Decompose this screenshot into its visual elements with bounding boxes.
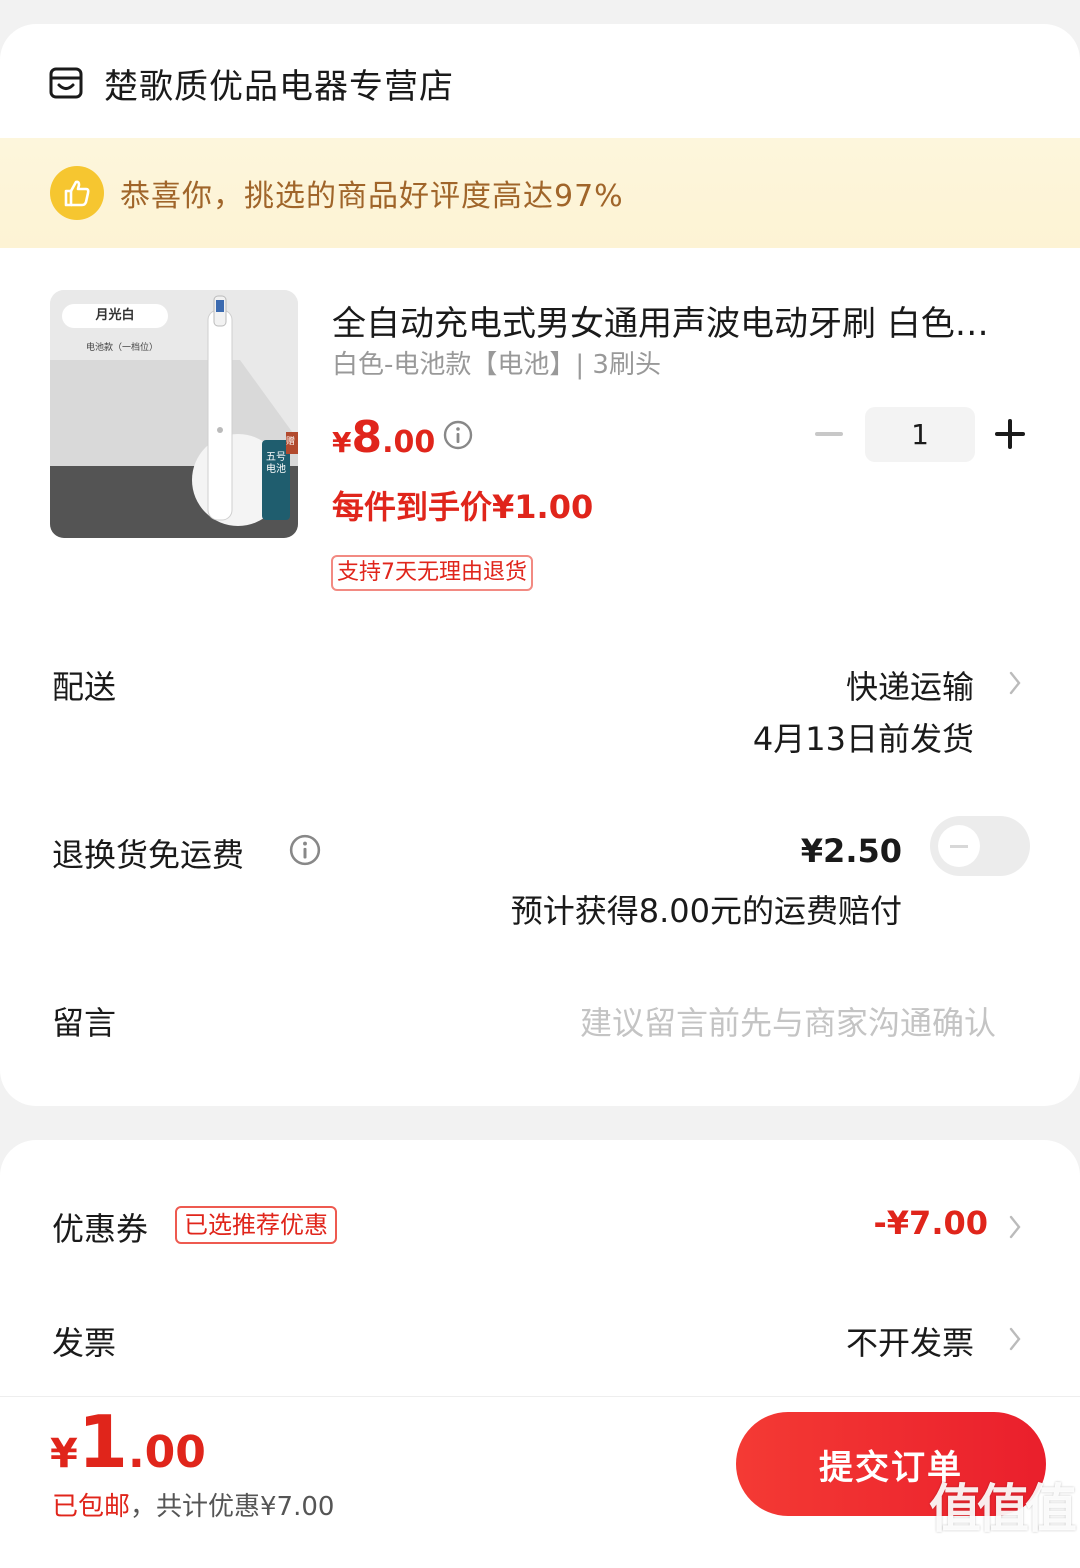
- quantity-value[interactable]: 1: [865, 407, 975, 462]
- return-insurance-info-icon[interactable]: [289, 834, 321, 866]
- delivery-method[interactable]: 快递运输: [846, 662, 974, 708]
- return-insurance-fee: ¥2.50: [800, 832, 902, 870]
- coupon-value[interactable]: -¥7.00: [874, 1204, 989, 1242]
- image-label: 月光白: [95, 308, 135, 323]
- return-insurance-note: 预计获得8.00元的运费赔付: [510, 892, 902, 930]
- total-decimal: .00: [127, 1427, 206, 1478]
- price-integer: 8: [351, 412, 383, 463]
- total-discount: ，共计优惠¥7.00: [130, 1492, 335, 1522]
- rating-banner-text: 恭喜你，挑选的商品好评度高达97%: [120, 179, 624, 214]
- product-image[interactable]: 月光白 电池款（一档位） 五号电池 赠: [50, 290, 298, 538]
- shop-header[interactable]: 楚歌质优品电器专营店: [48, 60, 454, 107]
- quantity-increase-button[interactable]: [993, 417, 1027, 451]
- quantity-decrease-button[interactable]: [812, 416, 846, 452]
- product-price: ¥ 8 .00: [332, 412, 435, 463]
- price-symbol: ¥: [332, 426, 352, 459]
- remark-label: 留言: [52, 1004, 117, 1042]
- delivery-label: 配送: [52, 668, 117, 706]
- coupon-tag: 已选推荐优惠: [175, 1206, 337, 1244]
- image-gift-badge: 赠: [286, 437, 296, 447]
- product-title[interactable]: 全自动充电式男女通用声波电动牙刷 白色…: [332, 296, 1032, 345]
- rating-banner: 恭喜你，挑选的商品好评度高达97%: [0, 138, 1080, 248]
- store-icon: [49, 67, 83, 99]
- return-insurance-label: 退换货免运费: [52, 836, 245, 874]
- return-policy-tag: 支持7天无理由退货: [331, 555, 533, 591]
- shop-name: 楚歌质优品电器专营店: [104, 66, 454, 107]
- watermark-glyphs: 值值值: [928, 1480, 1077, 1540]
- price-info-icon[interactable]: [443, 420, 473, 450]
- total-symbol: ¥: [50, 1431, 78, 1477]
- invoice-value[interactable]: 不开发票: [846, 1318, 974, 1364]
- invoice-label: 发票: [52, 1324, 117, 1362]
- unit-price: 每件到手价¥1.00: [332, 488, 594, 526]
- image-battery-text: 五号电池: [266, 452, 286, 475]
- remark-input[interactable]: 建议留言前先与商家沟通确认: [580, 998, 996, 1044]
- delivery-date: 4月13日前发货: [752, 720, 974, 758]
- coupon-label: 优惠券: [52, 1210, 149, 1248]
- toggle-knob: [938, 825, 980, 867]
- chevron-right-icon[interactable]: [1008, 670, 1022, 696]
- return-insurance-toggle[interactable]: [930, 816, 1030, 876]
- total-summary: 已包邮，共计优惠¥7.00: [52, 1486, 334, 1523]
- image-sublabel: 电池款（一档位）: [86, 343, 159, 353]
- price-decimal: .00: [382, 425, 436, 460]
- total-integer: 1: [77, 1400, 128, 1484]
- shipping-status: 已包邮: [52, 1492, 131, 1522]
- product-spec[interactable]: 白色-电池款【电池】| 3刷头: [332, 344, 661, 381]
- site-watermark: 值值值 zhizhizhi.com: [926, 1480, 1077, 1566]
- chevron-right-icon[interactable]: [1008, 1214, 1022, 1240]
- chevron-right-icon[interactable]: [1008, 1326, 1022, 1352]
- thumbs-up-icon: [50, 166, 104, 220]
- watermark-site: zhizhizhi.com: [946, 1540, 1056, 1559]
- total-price: ¥ 1 .00: [50, 1400, 206, 1484]
